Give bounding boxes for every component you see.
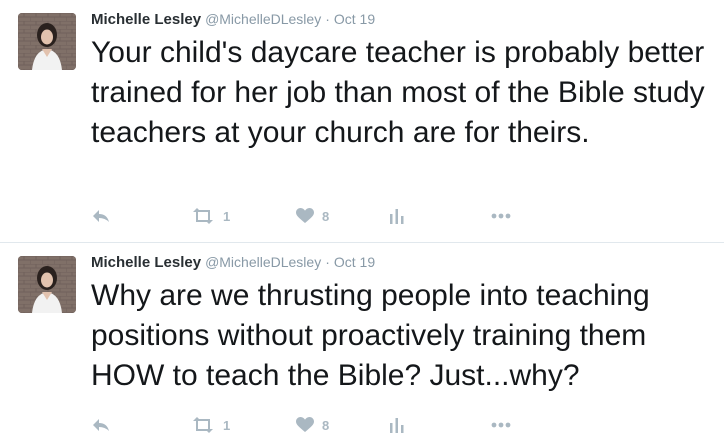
like-count: 8: [322, 417, 330, 433]
tweet-header: Michelle Lesley @MichelleDLesley · Oct 19: [91, 9, 375, 30]
timestamp[interactable]: Oct 19: [334, 11, 375, 27]
tweet-text: Your child's daycare teacher is probably…: [91, 36, 705, 149]
user-handle[interactable]: @MichelleDLesley: [205, 254, 321, 270]
more-icon: [491, 422, 511, 428]
user-handle[interactable]: @MichelleDLesley: [205, 11, 321, 27]
retweet-icon: [191, 208, 215, 224]
reply-icon: [91, 208, 111, 224]
display-name[interactable]: Michelle Lesley: [91, 254, 201, 271]
reply-icon: [91, 417, 111, 433]
retweet-icon: [191, 417, 215, 433]
tweet-actions: 1 8: [91, 204, 531, 228]
tweet-actions: 1 8: [91, 413, 531, 437]
analytics-icon: [389, 417, 405, 433]
retweet-button[interactable]: 1: [191, 413, 230, 437]
like-button[interactable]: 8: [296, 204, 329, 228]
analytics-icon: [389, 208, 405, 224]
avatar[interactable]: [18, 13, 76, 70]
retweet-count: 1: [223, 417, 231, 433]
tweet-header: Michelle Lesley @MichelleDLesley · Oct 19: [91, 252, 375, 273]
heart-icon: [296, 417, 314, 433]
tweet-text: Why are we thrusting people into teachin…: [91, 279, 650, 392]
heart-icon: [296, 208, 314, 224]
separator-dot: ·: [325, 254, 330, 270]
retweet-button[interactable]: 1: [191, 204, 230, 228]
separator-dot: ·: [325, 11, 330, 27]
more-button[interactable]: [491, 204, 511, 228]
more-icon: [491, 213, 511, 219]
like-count: 8: [322, 208, 330, 224]
timestamp[interactable]: Oct 19: [334, 254, 375, 270]
retweet-count: 1: [223, 208, 231, 224]
tweet[interactable]: Michelle Lesley @MichelleDLesley · Oct 19 Y…: [0, 0, 724, 242]
analytics-button[interactable]: [389, 204, 405, 228]
avatar[interactable]: [18, 256, 76, 313]
like-button[interactable]: 8: [296, 413, 329, 437]
reply-button[interactable]: [91, 413, 111, 437]
more-button[interactable]: [491, 413, 511, 437]
display-name[interactable]: Michelle Lesley: [91, 11, 201, 28]
analytics-button[interactable]: [389, 413, 405, 437]
tweet[interactable]: Michelle Lesley @MichelleDLesley · Oct 19 W…: [0, 243, 724, 442]
reply-button[interactable]: [91, 204, 111, 228]
